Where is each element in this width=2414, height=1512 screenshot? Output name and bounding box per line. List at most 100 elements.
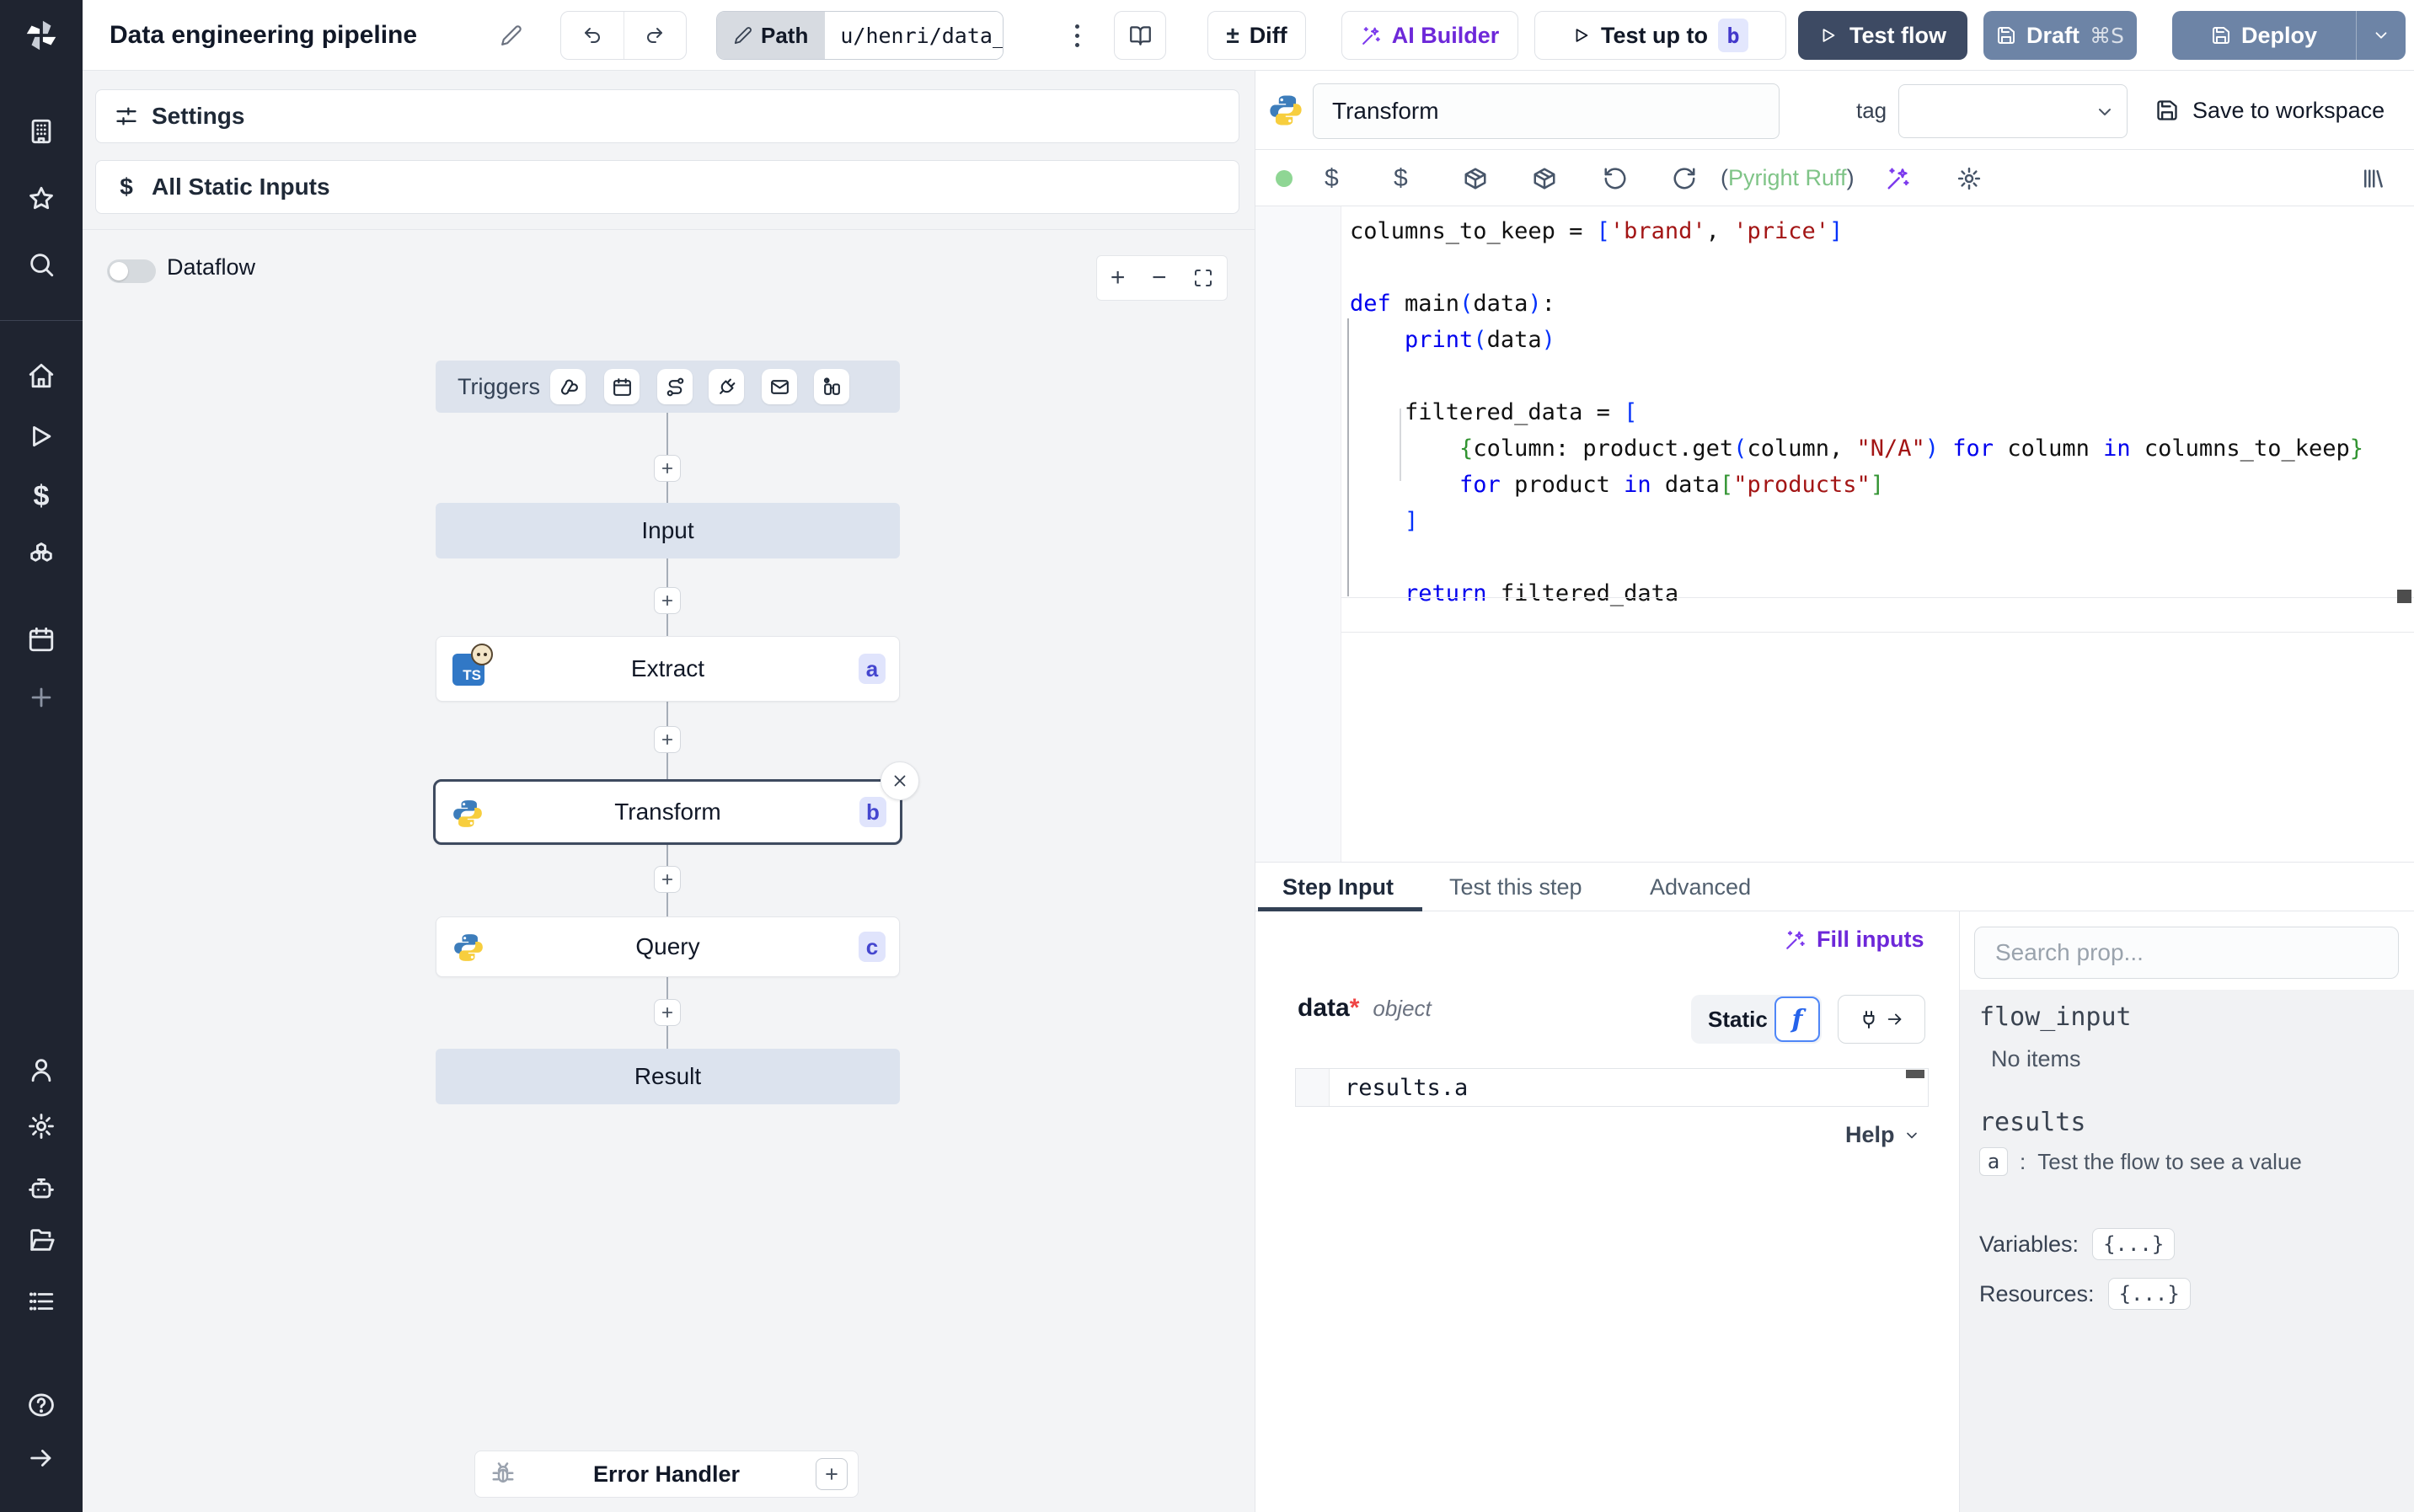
variables-row: Variables: {...} (1979, 1228, 2176, 1260)
help-dropdown[interactable]: Help (1845, 1122, 1920, 1148)
collapse-sidebar-icon[interactable] (0, 1444, 83, 1472)
step-name-input[interactable] (1313, 83, 1780, 139)
input-node[interactable]: Input (436, 503, 900, 558)
diff-label: Diff (1249, 22, 1287, 48)
tab-advanced[interactable]: Advanced (1650, 863, 1751, 911)
test-up-to-step-badge[interactable]: b (1717, 19, 1748, 52)
workspace-icon[interactable] (0, 117, 83, 146)
flow-edge (666, 753, 668, 779)
library-panel-icon[interactable] (2360, 150, 2385, 206)
ai-robot-icon[interactable] (0, 1174, 83, 1203)
insert-step-button[interactable] (654, 455, 681, 482)
expression-gutter (1296, 1069, 1330, 1106)
query-node[interactable]: Query c (436, 916, 900, 977)
docs-book-button[interactable] (1114, 11, 1166, 60)
reload-icon[interactable] (1672, 150, 1697, 206)
variables-label: Variables: (1979, 1231, 2079, 1257)
http-route-trigger-icon[interactable] (657, 369, 693, 404)
reset-icon[interactable] (1603, 150, 1628, 206)
audit-logs-icon[interactable] (0, 1287, 83, 1316)
insert-step-button[interactable] (654, 726, 681, 753)
scheduled-poll-trigger-icon[interactable] (814, 369, 849, 404)
flow-settings-button[interactable]: Settings (95, 89, 1239, 143)
sliders-icon (115, 104, 138, 128)
tab-test-this-step[interactable]: Test this step (1449, 863, 1582, 911)
home-icon[interactable] (0, 361, 83, 390)
ai-generate-wand-icon[interactable] (1886, 150, 1911, 206)
result-item-row: a : Test the flow to see a value (1979, 1147, 2302, 1176)
settings-gear-icon[interactable] (0, 1112, 83, 1141)
triggers-node[interactable]: Triggers (436, 361, 900, 413)
resources-cubes-icon[interactable] (0, 540, 83, 569)
zoom-in-button[interactable]: + (1111, 265, 1126, 291)
redo-button[interactable] (623, 12, 687, 59)
windmill-logo-icon[interactable] (0, 0, 83, 71)
undo-button[interactable] (561, 12, 624, 59)
deploy-button[interactable]: Deploy (2172, 11, 2406, 60)
query-node-label: Query (635, 933, 700, 959)
tag-select[interactable] (1898, 84, 2128, 138)
diff-button[interactable]: ± Diff (1207, 11, 1306, 60)
fill-inputs-button[interactable]: Fill inputs (1785, 927, 1924, 953)
test-flow-button[interactable]: Test flow (1798, 11, 1967, 60)
more-options-kebab-icon[interactable] (1060, 19, 1094, 52)
add-error-handler-button[interactable] (816, 1458, 848, 1490)
variables-dollar-icon[interactable]: $ (0, 480, 83, 513)
package-icon[interactable] (1532, 150, 1557, 206)
schedules-calendar-icon[interactable] (0, 625, 83, 654)
flow-input-section-title[interactable]: flow_input (1979, 1002, 2132, 1032)
websocket-trigger-icon[interactable] (709, 369, 744, 404)
book-icon (1129, 24, 1152, 47)
user-icon[interactable] (0, 1055, 83, 1084)
transform-node-selected[interactable]: Transform b (433, 779, 902, 845)
path-chip[interactable]: Path u/henri/data_ (716, 11, 1004, 60)
favorites-star-icon[interactable] (0, 184, 83, 213)
insert-step-button[interactable] (654, 587, 681, 614)
fit-view-button[interactable] (1193, 268, 1213, 288)
extract-node[interactable]: TS Extract a (436, 636, 900, 702)
results-section-title[interactable]: results (1979, 1108, 2085, 1137)
variables-chip[interactable]: {...} (2092, 1228, 2176, 1260)
draft-button[interactable]: Draft ⌘S (1983, 11, 2137, 60)
zoom-out-button[interactable]: − (1152, 265, 1167, 291)
ai-builder-button[interactable]: AI Builder (1341, 11, 1518, 60)
webhook-trigger-icon[interactable] (550, 369, 586, 404)
schedule-trigger-icon[interactable] (604, 369, 640, 404)
search-icon[interactable] (0, 250, 83, 279)
resources-chip[interactable]: {...} (2107, 1278, 2191, 1310)
connect-input-button[interactable] (1838, 995, 1925, 1044)
dataflow-toggle[interactable] (107, 259, 156, 283)
delete-step-close-icon[interactable] (880, 761, 919, 800)
insert-step-button[interactable] (654, 999, 681, 1026)
editor-settings-gear-icon[interactable] (1956, 150, 1982, 206)
expression-editor[interactable]: results.a (1295, 1068, 1929, 1107)
add-plus-icon[interactable] (0, 683, 83, 712)
folders-icon[interactable] (0, 1226, 83, 1254)
result-node[interactable]: Result (436, 1049, 900, 1104)
tab-step-input[interactable]: Step Input (1282, 863, 1394, 911)
editor-gutter (1255, 206, 1341, 862)
save-to-workspace-button[interactable]: Save to workspace (2155, 71, 2385, 150)
test-up-to-button[interactable]: Test up to b (1534, 11, 1786, 60)
variable-picker-icon[interactable]: $ (1325, 150, 1339, 206)
code-editor[interactable]: columns_to_keep = ['brand', 'price'] def… (1255, 206, 2414, 862)
resource-picker-icon[interactable]: $ (1394, 150, 1408, 206)
edit-title-pencil-icon[interactable] (500, 24, 522, 46)
path-edit-segment[interactable]: Path (717, 12, 826, 59)
editor-scrollbar-thumb[interactable] (2397, 590, 2411, 603)
javascript-expr-toggle[interactable]: f (1774, 996, 1820, 1042)
email-trigger-icon[interactable] (762, 369, 797, 404)
extract-step-badge: a (859, 654, 886, 684)
sidebar: $ (0, 0, 83, 1512)
result-key-badge[interactable]: a (1979, 1147, 2008, 1176)
panel-divider (83, 229, 1255, 230)
package-icon[interactable] (1463, 150, 1488, 206)
runs-play-icon[interactable] (0, 422, 83, 451)
props-explorer: flow_input No items results a : Test the… (1960, 990, 2414, 1512)
search-prop-input[interactable] (1974, 927, 2399, 979)
all-static-inputs-button[interactable]: $ All Static Inputs (95, 160, 1239, 214)
deploy-dropdown-chevron-icon[interactable] (2357, 26, 2406, 45)
insert-step-button[interactable] (654, 866, 681, 893)
help-icon[interactable] (0, 1391, 83, 1419)
error-handler-node[interactable]: Error Handler (474, 1451, 859, 1498)
